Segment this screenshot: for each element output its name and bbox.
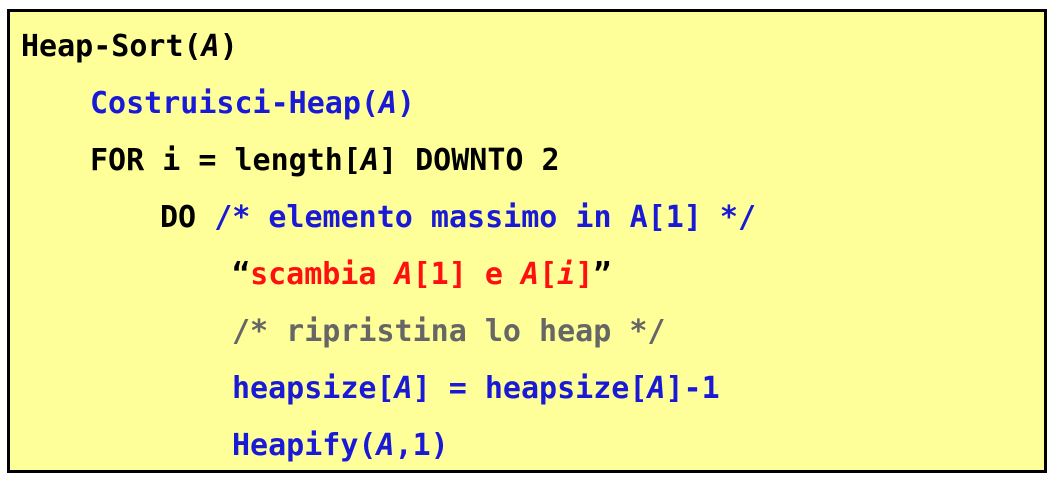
function-name: Heap-Sort(	[21, 29, 202, 64]
swap-a2: A	[521, 257, 540, 292]
for-prefix: FOR i = length[	[90, 143, 361, 178]
param-a: A	[647, 371, 666, 406]
heapsize-prefix: heapsize[	[232, 371, 395, 406]
param-a: A	[378, 86, 398, 121]
code-line-swap: “scambia A[1] e A[i]”	[232, 255, 611, 295]
swap-bracket-open: [	[539, 257, 558, 292]
pseudocode-box: Heap-Sort(A) Costruisci-Heap(A) FOR i = …	[7, 9, 1047, 473]
heapify-suffix: ,1)	[394, 428, 449, 463]
comment-restore-heap: /* ripristina lo heap */	[232, 314, 666, 349]
param-a: A	[394, 371, 413, 406]
for-suffix: ] DOWNTO 2	[379, 143, 560, 178]
swap-a1: A	[394, 257, 413, 292]
comment-max-element: /* elemento massimo in A[1] */	[214, 200, 757, 235]
swap-bracket-close: ]	[575, 257, 594, 292]
code-line-for-loop: FOR i = length[A] DOWNTO 2	[90, 141, 560, 181]
heapify-prefix: Heapify(	[232, 428, 377, 463]
code-line-restore-comment: /* ripristina lo heap */	[232, 312, 665, 352]
code-line-heapify: Heapify(A,1)	[232, 426, 449, 466]
close-quote: ”	[593, 257, 612, 292]
do-keyword: DO	[160, 200, 197, 235]
code-line-do: DO /* elemento massimo in A[1] */	[160, 198, 756, 238]
param-a: A	[201, 29, 220, 64]
heapsize-suffix: ]-1	[665, 371, 720, 406]
code-line-heap-sort-header: Heap-Sort(A)	[21, 27, 238, 67]
code-line-heapsize-decrement: heapsize[A] = heapsize[A]-1	[232, 369, 720, 409]
paren-close: )	[219, 29, 238, 64]
code-line-build-heap: Costruisci-Heap(A)	[90, 84, 415, 124]
param-a: A	[376, 428, 395, 463]
paren-close: )	[397, 86, 416, 121]
swap-text-2: [1] e	[412, 257, 521, 292]
param-a: A	[360, 143, 379, 178]
swap-index-i: i	[557, 257, 576, 292]
call-name: Costruisci-Heap(	[90, 86, 379, 121]
heapsize-mid: ] = heapsize[	[412, 371, 648, 406]
swap-text: scambia	[250, 257, 395, 292]
open-quote: “	[232, 257, 251, 292]
